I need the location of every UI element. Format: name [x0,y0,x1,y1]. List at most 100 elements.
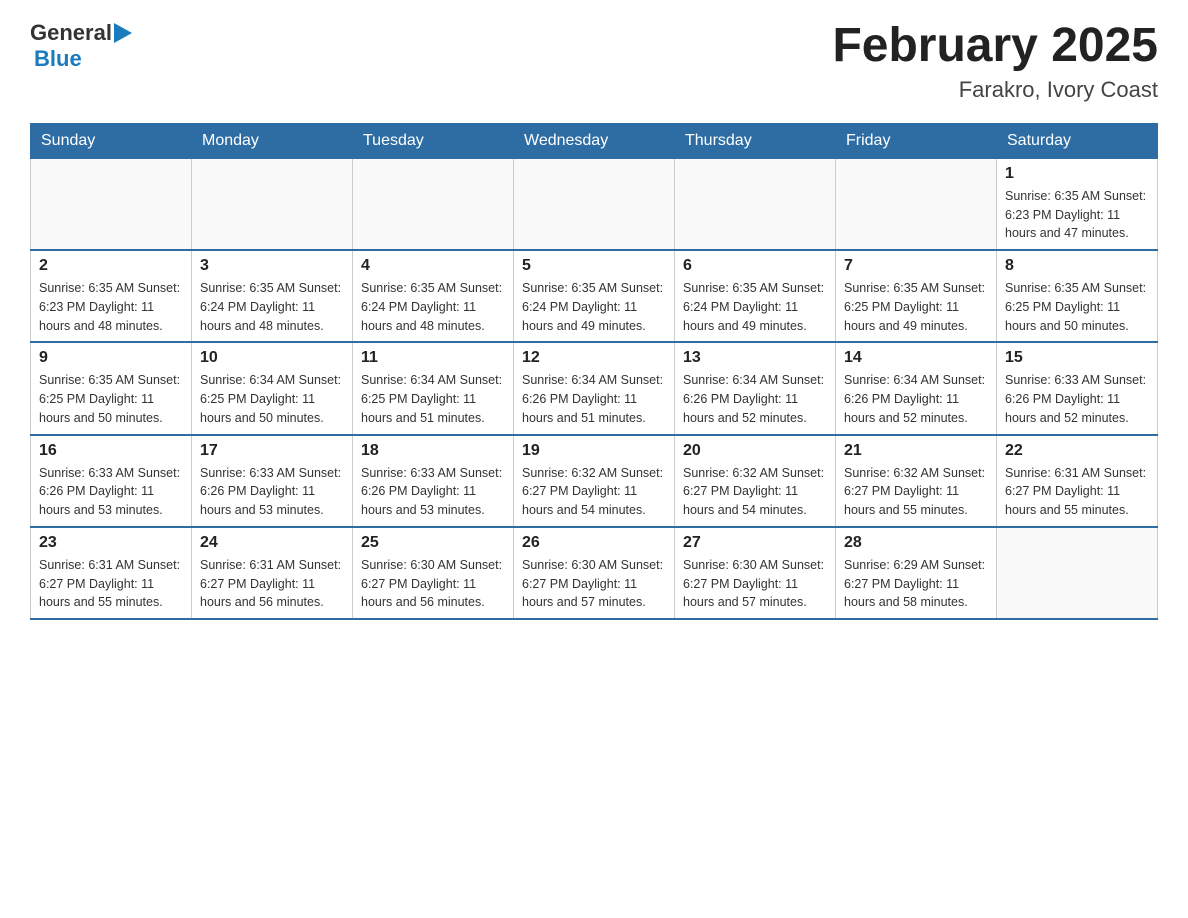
day-cell: 23 Sunrise: 6:31 AM Sunset: 6:27 PM Dayli… [31,527,192,619]
week-row-5: 23 Sunrise: 6:31 AM Sunset: 6:27 PM Dayli… [31,527,1158,619]
day-cell: 14 Sunrise: 6:34 AM Sunset: 6:26 PM Dayli… [836,342,997,434]
week-row-1: 1Sunrise: 6:35 AM Sunset: 6:23 PM Daylig… [31,158,1158,250]
day-info: Sunrise: 6:30 AM Sunset: 6:27 PM Dayligh… [522,556,666,612]
day-cell: 12 Sunrise: 6:34 AM Sunset: 6:26 PM Dayli… [514,342,675,434]
header-day-friday: Friday [836,123,997,158]
day-cell [353,158,514,250]
day-number: 12 [522,349,666,367]
day-number: 27 [683,534,827,552]
day-cell: 1Sunrise: 6:35 AM Sunset: 6:23 PM Daylig… [997,158,1158,250]
day-number: 18 [361,442,505,460]
day-cell: 3 Sunrise: 6:35 AM Sunset: 6:24 PM Daylig… [192,250,353,342]
day-number: 26 [522,534,666,552]
day-cell: 15 Sunrise: 6:33 AM Sunset: 6:26 PM Dayli… [997,342,1158,434]
day-info: Sunrise: 6:32 AM Sunset: 6:27 PM Dayligh… [844,464,988,520]
day-number: 15 [1005,349,1149,367]
day-number: 24 [200,534,344,552]
calendar-header: SundayMondayTuesdayWednesdayThursdayFrid… [31,123,1158,158]
day-info: Sunrise: 6:35 AM Sunset: 6:24 PM Dayligh… [361,279,505,335]
day-number: 28 [844,534,988,552]
day-info: Sunrise: 6:33 AM Sunset: 6:26 PM Dayligh… [39,464,183,520]
day-number: 21 [844,442,988,460]
day-cell [514,158,675,250]
day-info: Sunrise: 6:35 AM Sunset: 6:25 PM Dayligh… [844,279,988,335]
day-number: 25 [361,534,505,552]
day-cell: 25 Sunrise: 6:30 AM Sunset: 6:27 PM Dayli… [353,527,514,619]
page-header: General Blue February 2025 Farakro, Ivor… [30,20,1158,103]
day-info: Sunrise: 6:32 AM Sunset: 6:27 PM Dayligh… [522,464,666,520]
header-day-saturday: Saturday [997,123,1158,158]
day-info: Sunrise: 6:30 AM Sunset: 6:27 PM Dayligh… [683,556,827,612]
day-number: 8 [1005,257,1149,275]
week-row-4: 16 Sunrise: 6:33 AM Sunset: 6:26 PM Dayli… [31,435,1158,527]
day-info: Sunrise: 6:35 AM Sunset: 6:23 PM Dayligh… [39,279,183,335]
day-number: 14 [844,349,988,367]
day-number: 6 [683,257,827,275]
day-info: Sunrise: 6:34 AM Sunset: 6:26 PM Dayligh… [522,371,666,427]
day-cell [836,158,997,250]
day-cell: 27 Sunrise: 6:30 AM Sunset: 6:27 PM Dayli… [675,527,836,619]
day-cell: 26 Sunrise: 6:30 AM Sunset: 6:27 PM Dayli… [514,527,675,619]
day-cell: 21 Sunrise: 6:32 AM Sunset: 6:27 PM Dayli… [836,435,997,527]
day-cell: 7Sunrise: 6:35 AM Sunset: 6:25 PM Daylig… [836,250,997,342]
logo-general-text: General [30,20,112,46]
day-number: 11 [361,349,505,367]
day-number: 22 [1005,442,1149,460]
day-info: Sunrise: 6:34 AM Sunset: 6:26 PM Dayligh… [683,371,827,427]
day-info: Sunrise: 6:34 AM Sunset: 6:25 PM Dayligh… [200,371,344,427]
day-info: Sunrise: 6:31 AM Sunset: 6:27 PM Dayligh… [1005,464,1149,520]
day-info: Sunrise: 6:34 AM Sunset: 6:26 PM Dayligh… [844,371,988,427]
day-info: Sunrise: 6:32 AM Sunset: 6:27 PM Dayligh… [683,464,827,520]
day-cell: 18 Sunrise: 6:33 AM Sunset: 6:26 PM Dayli… [353,435,514,527]
day-info: Sunrise: 6:30 AM Sunset: 6:27 PM Dayligh… [361,556,505,612]
day-info: Sunrise: 6:35 AM Sunset: 6:24 PM Dayligh… [683,279,827,335]
day-cell [997,527,1158,619]
day-number: 17 [200,442,344,460]
day-info: Sunrise: 6:33 AM Sunset: 6:26 PM Dayligh… [200,464,344,520]
logo-arrow-icon [114,23,132,43]
title-block: February 2025 Farakro, Ivory Coast [832,20,1158,103]
day-cell: 6 Sunrise: 6:35 AM Sunset: 6:24 PM Daylig… [675,250,836,342]
day-info: Sunrise: 6:33 AM Sunset: 6:26 PM Dayligh… [361,464,505,520]
logo: General Blue [30,20,134,72]
header-day-sunday: Sunday [31,123,192,158]
week-row-3: 9 Sunrise: 6:35 AM Sunset: 6:25 PM Daylig… [31,342,1158,434]
day-info: Sunrise: 6:35 AM Sunset: 6:25 PM Dayligh… [1005,279,1149,335]
day-cell: 8 Sunrise: 6:35 AM Sunset: 6:25 PM Daylig… [997,250,1158,342]
day-info: Sunrise: 6:35 AM Sunset: 6:23 PM Dayligh… [1005,187,1149,243]
header-day-monday: Monday [192,123,353,158]
day-number: 2 [39,257,183,275]
calendar-body: 1Sunrise: 6:35 AM Sunset: 6:23 PM Daylig… [31,158,1158,619]
header-row: SundayMondayTuesdayWednesdayThursdayFrid… [31,123,1158,158]
day-cell: 20Sunrise: 6:32 AM Sunset: 6:27 PM Dayli… [675,435,836,527]
header-day-thursday: Thursday [675,123,836,158]
day-cell: 5 Sunrise: 6:35 AM Sunset: 6:24 PM Daylig… [514,250,675,342]
day-cell: 19Sunrise: 6:32 AM Sunset: 6:27 PM Dayli… [514,435,675,527]
header-day-tuesday: Tuesday [353,123,514,158]
day-cell: 17 Sunrise: 6:33 AM Sunset: 6:26 PM Dayli… [192,435,353,527]
day-info: Sunrise: 6:29 AM Sunset: 6:27 PM Dayligh… [844,556,988,612]
calendar-table: SundayMondayTuesdayWednesdayThursdayFrid… [30,123,1158,620]
day-number: 9 [39,349,183,367]
day-info: Sunrise: 6:33 AM Sunset: 6:26 PM Dayligh… [1005,371,1149,427]
day-info: Sunrise: 6:35 AM Sunset: 6:25 PM Dayligh… [39,371,183,427]
day-cell: 2 Sunrise: 6:35 AM Sunset: 6:23 PM Daylig… [31,250,192,342]
day-info: Sunrise: 6:35 AM Sunset: 6:24 PM Dayligh… [522,279,666,335]
day-number: 23 [39,534,183,552]
week-row-2: 2 Sunrise: 6:35 AM Sunset: 6:23 PM Daylig… [31,250,1158,342]
day-info: Sunrise: 6:31 AM Sunset: 6:27 PM Dayligh… [39,556,183,612]
day-number: 5 [522,257,666,275]
header-day-wednesday: Wednesday [514,123,675,158]
day-number: 10 [200,349,344,367]
day-cell: 16 Sunrise: 6:33 AM Sunset: 6:26 PM Dayli… [31,435,192,527]
day-cell: 9 Sunrise: 6:35 AM Sunset: 6:25 PM Daylig… [31,342,192,434]
day-cell: 24Sunrise: 6:31 AM Sunset: 6:27 PM Dayli… [192,527,353,619]
day-number: 16 [39,442,183,460]
day-cell [192,158,353,250]
calendar-subtitle: Farakro, Ivory Coast [832,77,1158,103]
day-cell [31,158,192,250]
logo-blue-text: Blue [34,46,82,71]
day-cell: 13Sunrise: 6:34 AM Sunset: 6:26 PM Dayli… [675,342,836,434]
day-info: Sunrise: 6:35 AM Sunset: 6:24 PM Dayligh… [200,279,344,335]
day-number: 3 [200,257,344,275]
